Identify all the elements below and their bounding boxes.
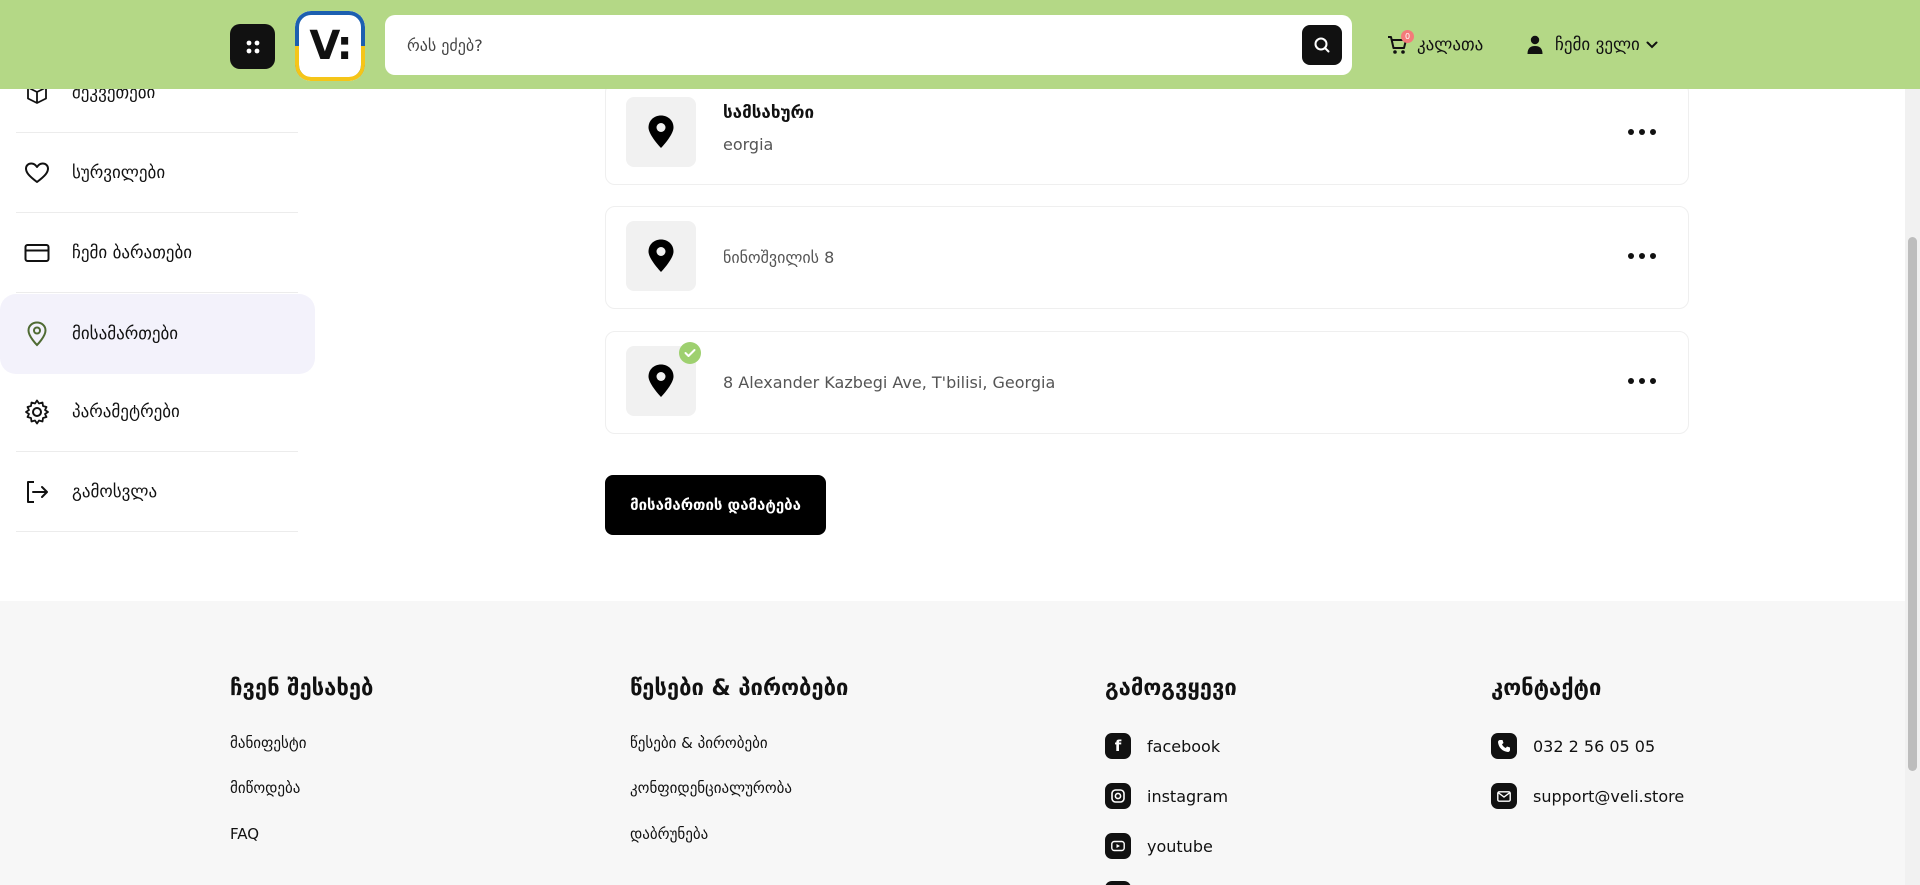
sidebar-item-label: პარამეტრები xyxy=(72,401,180,422)
add-address-button[interactable]: მისამართის დამატება xyxy=(605,475,826,535)
facebook-icon: f xyxy=(1105,733,1131,759)
location-pin-icon xyxy=(648,364,674,397)
gear-icon xyxy=(24,399,50,425)
sidebar-item-cards[interactable]: ჩემი ბარათები xyxy=(16,213,298,293)
address-line: ნინოშვილის 8 xyxy=(723,248,835,267)
sidebar-item-settings[interactable]: პარამეტრები xyxy=(16,372,298,452)
user-icon xyxy=(1527,35,1543,54)
grid-icon xyxy=(246,40,259,53)
address-line: eorgia xyxy=(723,135,774,154)
footer-link-faq[interactable]: FAQ xyxy=(230,825,259,843)
account-label: ჩემი ველი xyxy=(1555,35,1640,55)
footer-link-terms[interactable]: წესები & პირობები xyxy=(630,734,768,752)
social-label: facebook xyxy=(1147,736,1221,756)
contact-phone: 032 2 56 05 05 xyxy=(1533,736,1656,756)
sidebar-item-addresses[interactable]: მისამართები xyxy=(0,294,315,374)
sidebar-item-label: ჩემი ბარათები xyxy=(72,242,193,263)
search-input[interactable] xyxy=(407,15,1267,75)
youtube-icon xyxy=(1105,833,1131,859)
sidebar-item-label: მისამართები xyxy=(72,324,179,344)
footer-link-returns[interactable]: დაბრუნება xyxy=(630,825,708,843)
cart-count-badge: 0 xyxy=(1401,30,1414,43)
cart-label: კალათა xyxy=(1417,35,1484,55)
footer-link-facebook[interactable]: f facebook xyxy=(1105,733,1220,759)
cart-link[interactable]: 0 კალათა xyxy=(1387,30,1484,57)
footer-terms-column: წესები & პირობები xyxy=(630,676,848,701)
footer-heading: გამოგვყევი xyxy=(1105,676,1237,701)
footer-heading: კონტაქტი xyxy=(1491,676,1602,701)
sidebar-item-wishlist[interactable]: სურვილები xyxy=(16,133,298,213)
card-icon xyxy=(24,240,50,266)
location-pin-icon xyxy=(648,239,674,272)
search-button[interactable] xyxy=(1302,25,1342,65)
footer-heading: წესები & პირობები xyxy=(630,676,849,701)
logo-text: V: xyxy=(309,23,352,69)
more-options-button[interactable] xyxy=(1628,253,1656,259)
sidebar-item-label: სურვილები xyxy=(72,162,166,183)
footer-about-column: ჩვენ შესახებ xyxy=(230,676,373,701)
phone-icon xyxy=(1491,733,1517,759)
social-icon-partial xyxy=(1105,881,1131,885)
location-pin-icon xyxy=(24,321,50,347)
address-pin-box xyxy=(626,221,696,291)
location-pin-icon xyxy=(648,115,674,148)
heart-icon xyxy=(24,160,50,186)
contact-email: support@veli.store xyxy=(1533,786,1685,806)
address-card[interactable]: სამსახური eorgia xyxy=(605,82,1689,185)
social-label: youtube xyxy=(1147,836,1213,856)
account-menu[interactable]: ჩემი ველი xyxy=(1527,33,1670,57)
veli-logo[interactable]: V: xyxy=(295,11,365,81)
chevron-down-icon xyxy=(1646,41,1658,49)
footer-heading: ჩვენ შესახებ xyxy=(230,676,374,701)
social-label: instagram xyxy=(1147,786,1229,806)
top-header: V: 0 კალათა ჩემი ველი xyxy=(0,0,1920,89)
instagram-icon xyxy=(1105,783,1131,809)
scrollbar-thumb[interactable] xyxy=(1908,237,1917,771)
mail-icon xyxy=(1491,783,1517,809)
address-card[interactable]: ნინოშვილის 8 xyxy=(605,206,1689,309)
footer-contact-phone[interactable]: 032 2 56 05 05 xyxy=(1491,733,1655,759)
more-options-button[interactable] xyxy=(1628,129,1656,135)
address-pin-box xyxy=(626,97,696,167)
address-line: 8 Alexander Kazbegi Ave, T'bilisi, Georg… xyxy=(723,373,1056,392)
footer-link-delivery[interactable]: მიწოდება xyxy=(230,779,300,797)
search-bar xyxy=(385,15,1352,75)
footer-link-manifesto[interactable]: მანიფესტი xyxy=(230,734,306,752)
logout-icon xyxy=(24,479,50,505)
sidebar-item-logout[interactable]: გამოსვლა xyxy=(16,452,298,532)
site-footer: ჩვენ შესახებ მანიფესტი მიწოდება FAQ წესე… xyxy=(0,601,1920,885)
default-address-check-icon xyxy=(679,342,701,364)
apps-menu-button[interactable] xyxy=(230,24,275,69)
search-icon xyxy=(1314,37,1330,53)
sidebar-item-label: გამოსვლა xyxy=(72,481,158,502)
cart-icon: 0 xyxy=(1387,30,1414,56)
footer-link-youtube[interactable]: youtube xyxy=(1105,833,1213,859)
more-options-button[interactable] xyxy=(1628,378,1656,384)
footer-contact-column: კონტაქტი xyxy=(1491,676,1601,701)
footer-follow-column: გამოგვყევი xyxy=(1105,676,1237,701)
footer-link-privacy[interactable]: კონფიდენციალურობა xyxy=(630,779,792,797)
address-title: სამსახური xyxy=(723,103,815,123)
address-card[interactable]: 8 Alexander Kazbegi Ave, T'bilisi, Georg… xyxy=(605,331,1689,434)
footer-contact-email[interactable]: support@veli.store xyxy=(1491,783,1684,809)
footer-link-instagram[interactable]: instagram xyxy=(1105,783,1228,809)
